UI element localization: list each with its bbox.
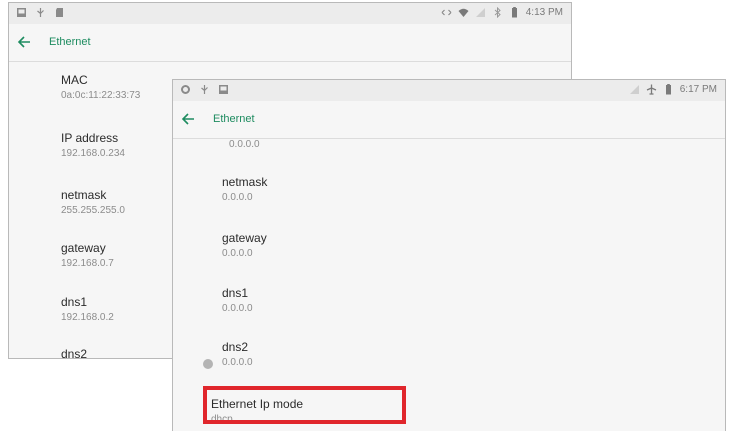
settings-icon [180,84,191,95]
item-label: IP address [61,131,119,145]
page-title: Ethernet [49,36,91,48]
front-screen: 6:17 PM Ethernet 0.0.0.0 netmask 0.0.0.0… [172,79,726,431]
item-value: 255.255.255.0 [61,205,125,216]
touch-indicator [203,359,213,369]
status-bar: 6:17 PM [173,80,725,101]
item-value: 0a:0c:11:22:33:73 [61,90,141,101]
highlight-box [203,386,406,424]
app-bar: Ethernet [173,101,725,139]
item-value: 0.0.0.0 [222,192,253,203]
partial-item-value: 0.0.0.0 [229,139,260,150]
item-label: MAC [61,73,88,87]
usb-icon [35,7,46,18]
arrow-left-icon [17,36,30,48]
item-label: dns2 [222,340,249,354]
back-button[interactable] [15,33,33,51]
bluetooth-icon [492,7,503,18]
list-item-dns2[interactable]: dns2 0.0.0.0 [173,339,725,393]
sd-card-icon [54,7,65,18]
item-value: 0.0.0.0 [222,303,253,314]
list-item-netmask[interactable]: netmask 0.0.0.0 [173,174,725,228]
status-bar: 4:13 PM [9,3,571,24]
image-icon [218,84,229,95]
page-title: Ethernet [213,113,255,125]
item-label: gateway [61,241,106,255]
item-value: 192.168.0.2 [61,312,114,323]
list-item-dns1[interactable]: dns1 0.0.0.0 [173,285,725,339]
image-icon [16,7,27,18]
airplane-icon [646,84,657,95]
status-time: 4:13 PM [525,7,563,18]
arrow-left-icon [181,113,194,125]
item-label: dns2 [61,347,88,359]
item-value: 192.168.0.234 [61,148,125,159]
back-button[interactable] [179,110,197,128]
no-sim-icon [629,84,640,95]
item-value: 0.0.0.0 [222,357,253,368]
wifi-icon [458,7,469,18]
ethernet-icon [441,7,452,18]
item-value: 0.0.0.0 [222,248,253,259]
item-label: netmask [222,175,268,189]
no-sim-icon [475,7,486,18]
battery-icon [663,84,674,95]
item-value: 192.168.0.7 [61,258,114,269]
item-label: dns1 [61,295,88,309]
battery-icon [509,7,520,18]
list-item-gateway[interactable]: gateway 0.0.0.0 [173,230,725,284]
usb-icon [199,84,210,95]
item-label: dns1 [222,286,249,300]
app-bar: Ethernet [9,24,571,62]
item-label: gateway [222,231,267,245]
item-label: netmask [61,188,107,202]
status-time: 6:17 PM [679,84,717,95]
